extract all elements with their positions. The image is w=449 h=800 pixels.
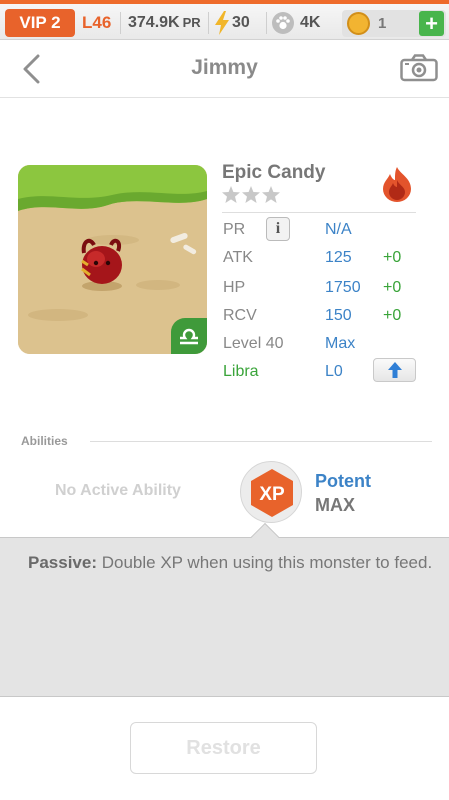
- energy-count: 30: [232, 14, 250, 31]
- status-bar: VIP 2 L46 374.9K PR 30 4K 1 +: [0, 0, 449, 40]
- coin-count: 1: [378, 15, 387, 32]
- passive-title: Passive:: [28, 553, 97, 572]
- stat-value-pr: N/A: [325, 221, 352, 238]
- stat-value-atk: 125: [325, 249, 352, 266]
- stat-label-level: Level 40: [223, 335, 284, 352]
- star-icon: [222, 186, 240, 203]
- stat-bonus-atk: +0: [383, 249, 402, 266]
- stat-bonus-rcv: +0: [383, 307, 402, 324]
- libra-sign-icon: [171, 318, 207, 354]
- xp-hexagon-icon: XP: [251, 469, 293, 517]
- stat-bonus-hp: +0: [383, 279, 402, 296]
- upgrade-zodiac-button[interactable]: [373, 358, 416, 382]
- paw-icon: [272, 12, 294, 34]
- stat-value-zodiac: L0: [325, 363, 343, 380]
- star-icon: [262, 186, 280, 203]
- separator: [266, 12, 267, 34]
- passive-ability-level: MAX: [315, 495, 355, 515]
- stat-label-atk: ATK: [223, 249, 253, 266]
- pr-value: 374.9K: [128, 14, 180, 31]
- camera-icon[interactable]: [400, 54, 438, 82]
- paw-count: 4K: [300, 14, 321, 31]
- stat-label-zodiac: Libra: [223, 363, 259, 380]
- restore-button[interactable]: Restore: [130, 722, 317, 774]
- monster-portrait[interactable]: [18, 165, 207, 354]
- fire-element-icon: [383, 167, 411, 202]
- active-ability-text: No Active Ability: [55, 482, 181, 499]
- stat-value-hp: 1750: [325, 279, 361, 296]
- lightning-icon: [215, 11, 229, 35]
- divider: [90, 441, 432, 442]
- stat-value-rcv: 150: [325, 307, 352, 324]
- info-icon: i: [275, 220, 281, 237]
- separator: [208, 12, 209, 34]
- passive-description: Passive: Double XP when using this monst…: [28, 551, 438, 574]
- abilities-section-label: Abilities: [21, 434, 68, 448]
- separator: [120, 12, 121, 34]
- chevron-left-icon[interactable]: [20, 54, 44, 84]
- passive-ability-name: Potent: [315, 471, 371, 491]
- divider: [222, 212, 416, 213]
- monster-name: Epic Candy: [222, 162, 326, 183]
- star-icon: [242, 186, 260, 203]
- arrow-up-icon: [388, 362, 402, 378]
- stat-label-hp: HP: [223, 279, 246, 296]
- header: Jimmy: [0, 40, 449, 98]
- add-coins-button[interactable]: +: [419, 11, 444, 36]
- vip-badge[interactable]: VIP 2: [5, 9, 75, 37]
- info-button[interactable]: i: [266, 217, 290, 241]
- player-level: L46: [82, 13, 112, 32]
- player-pr: 374.9K PR: [128, 9, 201, 37]
- coin-icon: [347, 12, 370, 35]
- stat-label-pr: PR: [223, 221, 246, 238]
- xp-badge-text: XP: [259, 484, 285, 505]
- stat-value-level: Max: [325, 335, 356, 352]
- rarity-stars: [222, 186, 280, 203]
- passive-desc: Double XP when using this monster to fee…: [97, 553, 433, 572]
- passive-ability-badge[interactable]: XP: [240, 461, 302, 523]
- monster-detail-screen: VIP 2 L46 374.9K PR 30 4K 1 + Jimmy Epic…: [0, 0, 449, 800]
- page-title: Jimmy: [191, 56, 258, 79]
- stat-label-rcv: RCV: [223, 307, 257, 324]
- pr-unit: PR: [182, 15, 201, 30]
- coin-counter: 1 +: [342, 10, 446, 37]
